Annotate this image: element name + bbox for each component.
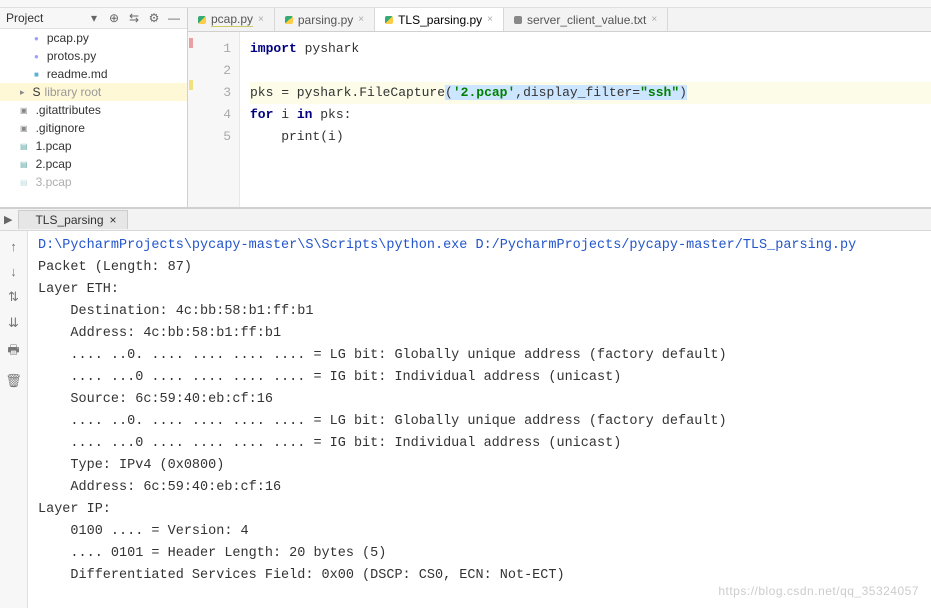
- project-label[interactable]: Project: [6, 11, 81, 25]
- hide-icon[interactable]: —: [167, 11, 181, 25]
- tree-item-label: .gitattributes: [36, 103, 101, 117]
- console-line: .... ..0. .... .... .... .... = LG bit: …: [38, 411, 921, 433]
- tree-item-label: 2.pcap: [36, 157, 72, 171]
- line-number: 1: [196, 38, 231, 60]
- tree-item[interactable]: 3.pcap: [0, 173, 187, 191]
- editor-tab[interactable]: server_client_value.txt ×: [504, 8, 668, 31]
- console-line: Address: 6c:59:40:eb:cf:16: [38, 477, 921, 499]
- tree-item[interactable]: pcap.py: [0, 29, 187, 47]
- run-tool-label: ▶: [4, 213, 12, 226]
- console-line: .... ..0. .... .... .... .... = LG bit: …: [38, 345, 921, 367]
- window-titlebar: [0, 0, 931, 8]
- tree-item-label: readme.md: [47, 67, 108, 81]
- tree-item[interactable]: .gitignore: [0, 119, 187, 137]
- run-toolbar: ↑ ↓ ⇅ ⇊ 🖶 🗑: [0, 231, 28, 608]
- console-line: Type: IPv4 (0x0800): [38, 455, 921, 477]
- tree-item[interactable]: protos.py: [0, 47, 187, 65]
- tree-item[interactable]: 2.pcap: [0, 155, 187, 173]
- file-tree[interactable]: pcap.py protos.py readme.md S library root.…: [0, 29, 187, 207]
- editor-tab[interactable]: pcap.py ×: [188, 8, 275, 31]
- tab-label: TLS_parsing.py: [398, 13, 482, 27]
- close-icon[interactable]: ×: [487, 14, 493, 25]
- close-icon[interactable]: ×: [110, 213, 117, 227]
- code-editor[interactable]: import pyshark pks = pyshark.FileCapture…: [240, 32, 931, 207]
- run-tab[interactable]: TLS_parsing ×: [18, 210, 127, 229]
- dropdown-icon[interactable]: ▾: [87, 11, 101, 25]
- run-tab-label: TLS_parsing: [35, 213, 103, 227]
- wrap-icon[interactable]: ⇅: [8, 289, 19, 305]
- editor-marker-strip: [188, 32, 196, 207]
- tab-label: parsing.py: [298, 13, 353, 27]
- line-number: 2: [196, 60, 231, 82]
- editor-tab[interactable]: TLS_parsing.py ×: [375, 8, 504, 31]
- tree-item-label: S: [33, 85, 41, 99]
- tree-item[interactable]: S library root: [0, 83, 187, 101]
- console-command: D:\PycharmProjects\pycapy-master\S\Scrip…: [38, 235, 921, 257]
- gear-icon[interactable]: ⚙: [147, 11, 161, 25]
- console-line: .... 0101 = Header Length: 20 bytes (5): [38, 543, 921, 565]
- tree-item-label: .gitignore: [36, 121, 85, 135]
- collapse-icon[interactable]: ⇆: [127, 11, 141, 25]
- tree-item[interactable]: 1.pcap: [0, 137, 187, 155]
- line-gutter: 12345: [196, 32, 240, 207]
- console-line: Address: 4c:bb:58:b1:ff:b1: [38, 323, 921, 345]
- up-icon[interactable]: ↑: [10, 239, 17, 254]
- console-line: Destination: 4c:bb:58:b1:ff:b1: [38, 301, 921, 323]
- file-icon: [198, 16, 206, 24]
- editor-area: pcap.py×parsing.py×TLS_parsing.py×server…: [188, 8, 931, 207]
- tree-item[interactable]: readme.md: [0, 65, 187, 83]
- file-icon: [285, 16, 293, 24]
- editor-tab[interactable]: parsing.py ×: [275, 8, 375, 31]
- code-kw: import: [250, 41, 297, 56]
- tree-item[interactable]: .gitattributes: [0, 101, 187, 119]
- console-line: .... ...0 .... .... .... .... = IG bit: …: [38, 433, 921, 455]
- console-line: 0100 .... = Version: 4: [38, 521, 921, 543]
- down-icon[interactable]: ↓: [10, 264, 17, 279]
- console-line: Packet (Length: 87): [38, 257, 921, 279]
- console-line: Layer IP:: [38, 499, 921, 521]
- tree-item-label: 3.pcap: [36, 175, 72, 189]
- line-number: 4: [196, 104, 231, 126]
- close-icon[interactable]: ×: [358, 14, 364, 25]
- scroll-icon[interactable]: ⇊: [8, 315, 19, 331]
- editor-tabs[interactable]: pcap.py×parsing.py×TLS_parsing.py×server…: [188, 8, 931, 32]
- file-icon: [385, 16, 393, 24]
- tree-item-label: protos.py: [47, 49, 96, 63]
- file-icon: [514, 16, 522, 24]
- code-text: pks = pyshark.FileCapture: [250, 85, 445, 100]
- console-line: .... ...0 .... .... .... .... = IG bit: …: [38, 367, 921, 389]
- project-sidebar: Project ▾ ⊕ ⇆ ⚙ — pcap.py protos.py readme…: [0, 8, 188, 207]
- trash-icon[interactable]: 🗑: [5, 373, 22, 389]
- tab-label: pcap.py: [211, 12, 253, 27]
- close-icon[interactable]: ×: [651, 14, 657, 25]
- run-panel: ▶ TLS_parsing × ↑ ↓ ⇅ ⇊ 🖶 🗑 D:\PycharmPr…: [0, 208, 931, 608]
- close-icon[interactable]: ×: [258, 14, 264, 25]
- tab-label: server_client_value.txt: [527, 13, 646, 27]
- print-icon[interactable]: 🖶: [7, 341, 19, 363]
- line-number: 3: [196, 82, 231, 104]
- watermark: https://blog.csdn.net/qq_35324057: [718, 584, 919, 598]
- target-icon[interactable]: ⊕: [107, 11, 121, 25]
- console-line: Source: 6c:59:40:eb:cf:16: [38, 389, 921, 411]
- line-number: 5: [196, 126, 231, 148]
- console-output[interactable]: D:\PycharmProjects\pycapy-master\S\Scrip…: [28, 231, 931, 608]
- tree-item-suffix: library root: [45, 85, 102, 99]
- tree-item-label: 1.pcap: [36, 139, 72, 153]
- tree-item-label: pcap.py: [47, 31, 89, 45]
- console-line: Layer ETH:: [38, 279, 921, 301]
- code-text: pyshark: [297, 41, 359, 56]
